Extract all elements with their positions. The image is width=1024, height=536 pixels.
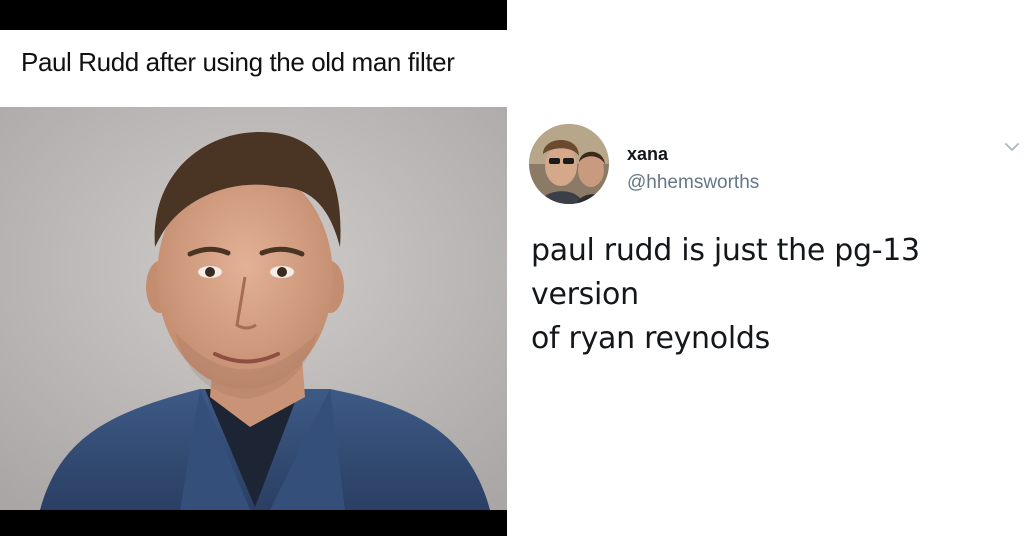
display-name[interactable]: xana [627,144,668,165]
portrait-photo [0,107,507,510]
avatar[interactable] [529,124,609,204]
meme-caption: Paul Rudd after using the old man filter [21,47,455,77]
tweet-text-line-1: paul rudd is just the pg-13 version [531,233,920,312]
user-handle[interactable]: @hhemsworths [627,172,759,194]
tweet-text: paul rudd is just the pg-13 version of r… [531,229,1011,361]
meme-panel: Paul Rudd after using the old man filter [0,0,507,536]
chevron-down-icon[interactable] [1004,140,1020,152]
bottom-border-bar [0,510,507,536]
top-border-bar [0,0,507,30]
tweet-text-line-2: of ryan reynolds [531,321,770,356]
